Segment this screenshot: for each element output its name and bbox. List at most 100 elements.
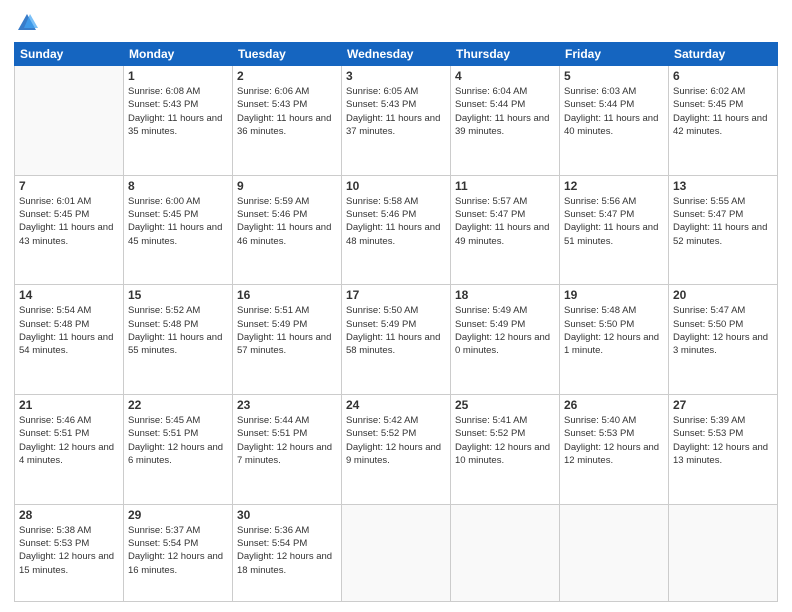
calendar-cell bbox=[560, 504, 669, 601]
day-info: Sunrise: 5:38 AMSunset: 5:53 PMDaylight:… bbox=[19, 524, 119, 577]
day-header-wednesday: Wednesday bbox=[342, 43, 451, 66]
day-info: Sunrise: 5:59 AMSunset: 5:46 PMDaylight:… bbox=[237, 195, 337, 248]
calendar-cell: 25 Sunrise: 5:41 AMSunset: 5:52 PMDayligh… bbox=[451, 395, 560, 505]
calendar-cell: 8Sunrise: 6:00 AMSunset: 5:45 PMDaylight… bbox=[124, 175, 233, 285]
calendar-cell bbox=[451, 504, 560, 601]
calendar-cell: 17 Sunrise: 5:50 AMSunset: 5:49 PMDayligh… bbox=[342, 285, 451, 395]
calendar-cell: 14 Sunrise: 5:54 AMSunset: 5:48 PMDayligh… bbox=[15, 285, 124, 395]
day-number: 26 bbox=[564, 398, 664, 412]
calendar-cell: 12 Sunrise: 5:56 AMSunset: 5:47 PMDayligh… bbox=[560, 175, 669, 285]
day-header-sunday: Sunday bbox=[15, 43, 124, 66]
calendar-cell: 24 Sunrise: 5:42 AMSunset: 5:52 PMDayligh… bbox=[342, 395, 451, 505]
calendar-cell: 30Sunrise: 5:36 AMSunset: 5:54 PMDayligh… bbox=[233, 504, 342, 601]
day-header-thursday: Thursday bbox=[451, 43, 560, 66]
day-number: 18 bbox=[455, 288, 555, 302]
logo-icon bbox=[16, 12, 38, 34]
calendar-cell: 23Sunrise: 5:44 AMSunset: 5:51 PMDayligh… bbox=[233, 395, 342, 505]
calendar-cell: 9 Sunrise: 5:59 AMSunset: 5:46 PMDaylight… bbox=[233, 175, 342, 285]
calendar-cell: 6 Sunrise: 6:02 AMSunset: 5:45 PMDaylight… bbox=[669, 66, 778, 176]
day-number: 27 bbox=[673, 398, 773, 412]
day-info: Sunrise: 6:08 AMSunset: 5:43 PMDaylight:… bbox=[128, 85, 228, 138]
week-row-4: 21 Sunrise: 5:46 AMSunset: 5:51 PMDayligh… bbox=[15, 395, 778, 505]
day-info: Sunrise: 5:54 AMSunset: 5:48 PMDaylight:… bbox=[19, 304, 119, 357]
day-info: Sunrise: 5:58 AMSunset: 5:46 PMDaylight:… bbox=[346, 195, 446, 248]
day-info: Sunrise: 5:44 AMSunset: 5:51 PMDaylight:… bbox=[237, 414, 337, 467]
calendar-cell: 2 Sunrise: 6:06 AMSunset: 5:43 PMDaylight… bbox=[233, 66, 342, 176]
day-number: 17 bbox=[346, 288, 446, 302]
day-info: Sunrise: 6:03 AMSunset: 5:44 PMDaylight:… bbox=[564, 85, 664, 138]
calendar-cell: 13 Sunrise: 5:55 AMSunset: 5:47 PMDayligh… bbox=[669, 175, 778, 285]
calendar-cell: 27 Sunrise: 5:39 AMSunset: 5:53 PMDayligh… bbox=[669, 395, 778, 505]
calendar-cell: 20 Sunrise: 5:47 AMSunset: 5:50 PMDayligh… bbox=[669, 285, 778, 395]
day-header-tuesday: Tuesday bbox=[233, 43, 342, 66]
day-number: 9 bbox=[237, 179, 337, 193]
day-info: Sunrise: 5:55 AMSunset: 5:47 PMDaylight:… bbox=[673, 195, 773, 248]
day-info: Sunrise: 5:46 AMSunset: 5:51 PMDaylight:… bbox=[19, 414, 119, 467]
day-number: 15 bbox=[128, 288, 228, 302]
calendar-cell: 19 Sunrise: 5:48 AMSunset: 5:50 PMDayligh… bbox=[560, 285, 669, 395]
day-number: 16 bbox=[237, 288, 337, 302]
day-number: 24 bbox=[346, 398, 446, 412]
day-number: 20 bbox=[673, 288, 773, 302]
week-row-3: 14 Sunrise: 5:54 AMSunset: 5:48 PMDayligh… bbox=[15, 285, 778, 395]
week-row-1: 1 Sunrise: 6:08 AMSunset: 5:43 PMDaylight… bbox=[15, 66, 778, 176]
day-info: Sunrise: 6:02 AMSunset: 5:45 PMDaylight:… bbox=[673, 85, 773, 138]
day-number: 12 bbox=[564, 179, 664, 193]
calendar-cell: 18 Sunrise: 5:49 AMSunset: 5:49 PMDayligh… bbox=[451, 285, 560, 395]
calendar-cell: 3Sunrise: 6:05 AMSunset: 5:43 PMDaylight… bbox=[342, 66, 451, 176]
day-number: 13 bbox=[673, 179, 773, 193]
day-number: 3 bbox=[346, 69, 446, 83]
day-number: 22 bbox=[128, 398, 228, 412]
day-info: Sunrise: 5:49 AMSunset: 5:49 PMDaylight:… bbox=[455, 304, 555, 357]
day-info: Sunrise: 5:50 AMSunset: 5:49 PMDaylight:… bbox=[346, 304, 446, 357]
calendar-cell bbox=[342, 504, 451, 601]
page: SundayMondayTuesdayWednesdayThursdayFrid… bbox=[0, 0, 792, 612]
day-number: 21 bbox=[19, 398, 119, 412]
calendar-cell: 11Sunrise: 5:57 AMSunset: 5:47 PMDayligh… bbox=[451, 175, 560, 285]
calendar-cell: 4 Sunrise: 6:04 AMSunset: 5:44 PMDaylight… bbox=[451, 66, 560, 176]
day-info: Sunrise: 5:57 AMSunset: 5:47 PMDaylight:… bbox=[455, 195, 555, 248]
calendar-cell: 1 Sunrise: 6:08 AMSunset: 5:43 PMDaylight… bbox=[124, 66, 233, 176]
calendar-cell: 16 Sunrise: 5:51 AMSunset: 5:49 PMDayligh… bbox=[233, 285, 342, 395]
day-headers-row: SundayMondayTuesdayWednesdayThursdayFrid… bbox=[15, 43, 778, 66]
calendar-cell bbox=[15, 66, 124, 176]
calendar-cell: 26 Sunrise: 5:40 AMSunset: 5:53 PMDayligh… bbox=[560, 395, 669, 505]
day-number: 25 bbox=[455, 398, 555, 412]
day-number: 14 bbox=[19, 288, 119, 302]
day-info: Sunrise: 6:04 AMSunset: 5:44 PMDaylight:… bbox=[455, 85, 555, 138]
calendar-cell bbox=[669, 504, 778, 601]
day-info: Sunrise: 5:56 AMSunset: 5:47 PMDaylight:… bbox=[564, 195, 664, 248]
day-info: Sunrise: 5:45 AMSunset: 5:51 PMDaylight:… bbox=[128, 414, 228, 467]
calendar-cell: 21 Sunrise: 5:46 AMSunset: 5:51 PMDayligh… bbox=[15, 395, 124, 505]
day-info: Sunrise: 5:52 AMSunset: 5:48 PMDaylight:… bbox=[128, 304, 228, 357]
calendar-cell: 7 Sunrise: 6:01 AMSunset: 5:45 PMDaylight… bbox=[15, 175, 124, 285]
day-number: 28 bbox=[19, 508, 119, 522]
day-info: Sunrise: 5:39 AMSunset: 5:53 PMDaylight:… bbox=[673, 414, 773, 467]
day-info: Sunrise: 6:06 AMSunset: 5:43 PMDaylight:… bbox=[237, 85, 337, 138]
week-row-5: 28 Sunrise: 5:38 AMSunset: 5:53 PMDayligh… bbox=[15, 504, 778, 601]
calendar-cell: 10Sunrise: 5:58 AMSunset: 5:46 PMDayligh… bbox=[342, 175, 451, 285]
day-number: 1 bbox=[128, 69, 228, 83]
day-info: Sunrise: 5:41 AMSunset: 5:52 PMDaylight:… bbox=[455, 414, 555, 467]
day-number: 29 bbox=[128, 508, 228, 522]
header bbox=[14, 12, 778, 34]
day-info: Sunrise: 5:47 AMSunset: 5:50 PMDaylight:… bbox=[673, 304, 773, 357]
day-info: Sunrise: 5:36 AMSunset: 5:54 PMDaylight:… bbox=[237, 524, 337, 577]
day-number: 6 bbox=[673, 69, 773, 83]
day-number: 7 bbox=[19, 179, 119, 193]
day-info: Sunrise: 5:42 AMSunset: 5:52 PMDaylight:… bbox=[346, 414, 446, 467]
day-info: Sunrise: 5:51 AMSunset: 5:49 PMDaylight:… bbox=[237, 304, 337, 357]
calendar-cell: 22 Sunrise: 5:45 AMSunset: 5:51 PMDayligh… bbox=[124, 395, 233, 505]
logo bbox=[14, 12, 38, 34]
day-header-friday: Friday bbox=[560, 43, 669, 66]
day-info: Sunrise: 5:40 AMSunset: 5:53 PMDaylight:… bbox=[564, 414, 664, 467]
day-number: 19 bbox=[564, 288, 664, 302]
calendar-cell: 15 Sunrise: 5:52 AMSunset: 5:48 PMDayligh… bbox=[124, 285, 233, 395]
day-info: Sunrise: 5:48 AMSunset: 5:50 PMDaylight:… bbox=[564, 304, 664, 357]
day-number: 8 bbox=[128, 179, 228, 193]
day-info: Sunrise: 6:01 AMSunset: 5:45 PMDaylight:… bbox=[19, 195, 119, 248]
calendar-table: SundayMondayTuesdayWednesdayThursdayFrid… bbox=[14, 42, 778, 602]
day-number: 4 bbox=[455, 69, 555, 83]
day-info: Sunrise: 5:37 AMSunset: 5:54 PMDaylight:… bbox=[128, 524, 228, 577]
day-number: 2 bbox=[237, 69, 337, 83]
